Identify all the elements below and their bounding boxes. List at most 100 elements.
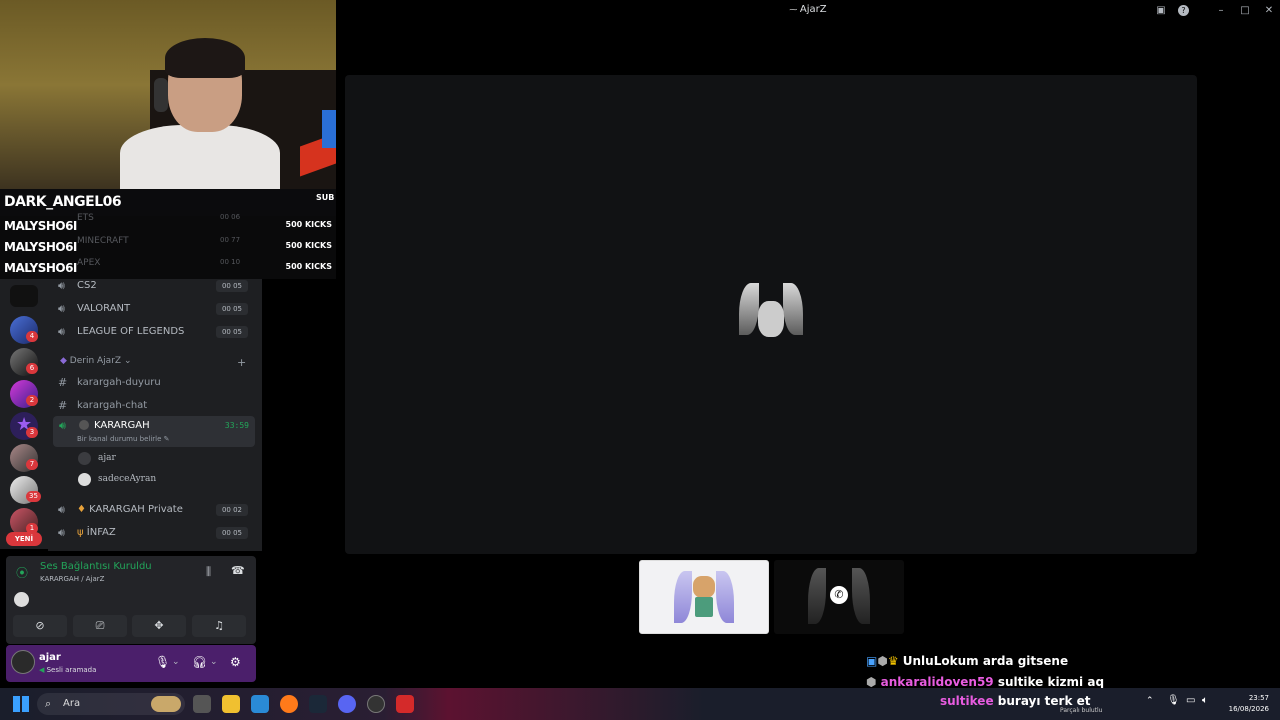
firefox-icon[interactable] bbox=[280, 695, 298, 713]
disconnect-icon[interactable]: ☎ bbox=[231, 564, 245, 577]
minimize-icon[interactable]: – bbox=[1214, 4, 1228, 18]
voice-channel-lol[interactable]: 🔊︎ LEAGUE OF LEGENDS 00 05 bbox=[54, 322, 254, 342]
kick-row-name: MALYSHO6I bbox=[4, 261, 77, 275]
chat-text: arda gitsene bbox=[982, 654, 1069, 668]
chevron-down-icon[interactable]: ⌄ bbox=[172, 657, 180, 667]
crown-icon: ♛ bbox=[887, 654, 903, 668]
voice-channel-private[interactable]: 🔊︎ ♦ KARARGAH Private 00 02 bbox=[54, 500, 254, 520]
badge-icon: ⬢ bbox=[866, 675, 881, 689]
volume-icon[interactable]: 🔈︎ bbox=[1202, 695, 1208, 706]
app-icon[interactable] bbox=[396, 695, 414, 713]
kick-row: MALYSHO6I 500 KICKS bbox=[0, 216, 336, 236]
chevron-down-icon: ⌄ bbox=[121, 356, 132, 366]
voice-stage[interactable] bbox=[345, 75, 1197, 554]
activities-button[interactable]: ✥ bbox=[132, 615, 186, 637]
taskbar-search[interactable]: ⌕ Ara bbox=[37, 693, 185, 715]
kick-row: MALYSHO6I 500 KICKS bbox=[0, 237, 336, 257]
user-status: ◀ Sesli aramada bbox=[39, 666, 97, 674]
noise-suppression-icon[interactable]: ⫼ bbox=[206, 565, 211, 579]
channel-hidden[interactable]: MINECRAFT bbox=[77, 236, 129, 246]
category-header[interactable]: ◆ Derin AjarZ ⌄ bbox=[60, 356, 131, 366]
soundboard-button[interactable]: ♫ bbox=[192, 615, 246, 637]
participant-tile-sadeceayran[interactable] bbox=[639, 560, 769, 634]
server-icon[interactable] bbox=[10, 285, 38, 307]
channel-hidden[interactable]: ETS bbox=[77, 213, 94, 223]
chevron-up-icon[interactable]: ⌃ bbox=[1146, 696, 1154, 706]
camera-off-button[interactable]: ⊘ bbox=[13, 615, 67, 637]
help-icon[interactable]: ? bbox=[1178, 5, 1189, 16]
avatar[interactable] bbox=[14, 592, 29, 607]
voice-channel-infaz[interactable]: 🔊︎ ψ İNFAZ 00 05 bbox=[54, 523, 254, 543]
headphones bbox=[154, 78, 168, 112]
reaper-avatar bbox=[758, 301, 784, 337]
trident-icon: ψ bbox=[77, 527, 87, 538]
channel-hidden[interactable]: APEX bbox=[77, 258, 100, 268]
channel-list: 🔊︎ CS2 00 05 🔊︎ VALORANT 00 05 🔊︎ LEAGUE… bbox=[48, 279, 262, 551]
add-channel-icon[interactable]: + bbox=[237, 356, 246, 369]
speaker-icon: 🔊︎ bbox=[58, 325, 65, 338]
text-channel-duyuru[interactable]: # karargah-duyuru bbox=[54, 373, 254, 393]
clock[interactable]: 23:57 16/08/2026 bbox=[1227, 693, 1269, 715]
channel-hidden-count: 00 77 bbox=[220, 236, 241, 244]
server-list: 4 6 2 ★ 3 7 35 1 bbox=[0, 279, 48, 549]
signal-icon: ⦿ bbox=[16, 566, 29, 580]
unread-badge: 6 bbox=[26, 363, 38, 374]
phone-icon: ✆ bbox=[830, 586, 848, 604]
participant-tile-ajar[interactable]: ✆ bbox=[774, 560, 904, 634]
cat-body bbox=[695, 597, 713, 617]
settings-gear-icon[interactable]: ⚙ bbox=[230, 655, 241, 669]
rgb-light-blue bbox=[322, 110, 336, 148]
user-limit-badge: 00 05 bbox=[216, 280, 248, 292]
steam-icon[interactable] bbox=[309, 695, 327, 713]
avatar bbox=[78, 452, 91, 465]
close-icon[interactable]: ✕ bbox=[1262, 4, 1276, 18]
file-explorer-icon[interactable] bbox=[222, 695, 240, 713]
discord-app-icon[interactable] bbox=[338, 695, 356, 713]
chat-username: ankaralidoven59 bbox=[880, 675, 994, 689]
headphones-icon[interactable]: 🎧︎ bbox=[192, 655, 207, 669]
text-channel-chat[interactable]: # karargah-chat bbox=[54, 396, 254, 416]
gem-icon: ◆ bbox=[60, 356, 70, 366]
avatar bbox=[79, 420, 89, 430]
window-title-bar: ⁓ AjarZ ▣ ? – □ ✕ bbox=[336, 0, 1280, 22]
kick-row-name: MALYSHO6I bbox=[4, 219, 77, 233]
screen-share-button[interactable]: ⎚ bbox=[73, 615, 127, 637]
chat-username: sultikee bbox=[940, 694, 994, 708]
store-icon[interactable] bbox=[251, 695, 269, 713]
voice-channel-path[interactable]: KARARGAH / AjarZ bbox=[40, 575, 104, 583]
kick-row-amount: 500 KICKS bbox=[285, 241, 333, 250]
voice-channel-cs2[interactable]: 🔊︎ CS2 00 05 bbox=[54, 276, 254, 296]
chat-username: UnluLokum bbox=[902, 654, 979, 668]
wing-left bbox=[739, 283, 759, 335]
voice-channel-valorant[interactable]: 🔊︎ VALORANT 00 05 bbox=[54, 299, 254, 319]
wing-left bbox=[674, 571, 692, 623]
network-icon[interactable]: ▭ bbox=[1186, 695, 1195, 706]
microphone-icon[interactable]: 🎙︎ bbox=[155, 655, 170, 669]
maximize-icon[interactable]: □ bbox=[1238, 4, 1252, 18]
chat-message: ▣⬢♛ UnluLokum arda gitsene bbox=[866, 654, 1068, 674]
speaker-active-icon: 🔊︎ bbox=[59, 419, 66, 432]
voice-channel-karargah[interactable]: 🔊︎ KARARGAH 33:59 Bir kanal durumu belir… bbox=[53, 416, 255, 447]
unread-badge: 7 bbox=[26, 459, 38, 470]
clock-time: 23:57 bbox=[1248, 694, 1269, 702]
chat-text: sultike kizmi aq bbox=[997, 675, 1105, 689]
microphone-tray-icon[interactable]: 🎙︎ bbox=[1167, 695, 1180, 706]
user-avatar[interactable] bbox=[11, 650, 35, 674]
webcam-feed bbox=[0, 0, 336, 189]
channel-status-hint[interactable]: Bir kanal durumu belirle ✎ bbox=[77, 435, 170, 443]
search-placeholder: Ara bbox=[63, 698, 81, 709]
task-view-icon[interactable] bbox=[193, 695, 211, 713]
wing-right bbox=[783, 283, 803, 335]
wing-right bbox=[716, 571, 734, 623]
obs-icon[interactable] bbox=[367, 695, 385, 713]
windows-start-icon[interactable] bbox=[13, 696, 29, 712]
voice-status[interactable]: Ses Bağlantısı Kuruldu bbox=[40, 561, 152, 572]
weather-status[interactable]: Parçalı bulutlu bbox=[1060, 707, 1102, 714]
search-icon: ⌕ bbox=[45, 697, 52, 710]
user-limit-badge: 00 05 bbox=[216, 303, 248, 315]
chat-text: burayı terk et bbox=[997, 694, 1091, 708]
inbox-icon[interactable]: ▣ bbox=[1154, 4, 1168, 18]
chevron-down-icon[interactable]: ⌄ bbox=[210, 657, 218, 667]
discord-icon: ⁓ bbox=[789, 5, 800, 14]
new-messages-pill[interactable]: YENİ bbox=[6, 532, 42, 546]
